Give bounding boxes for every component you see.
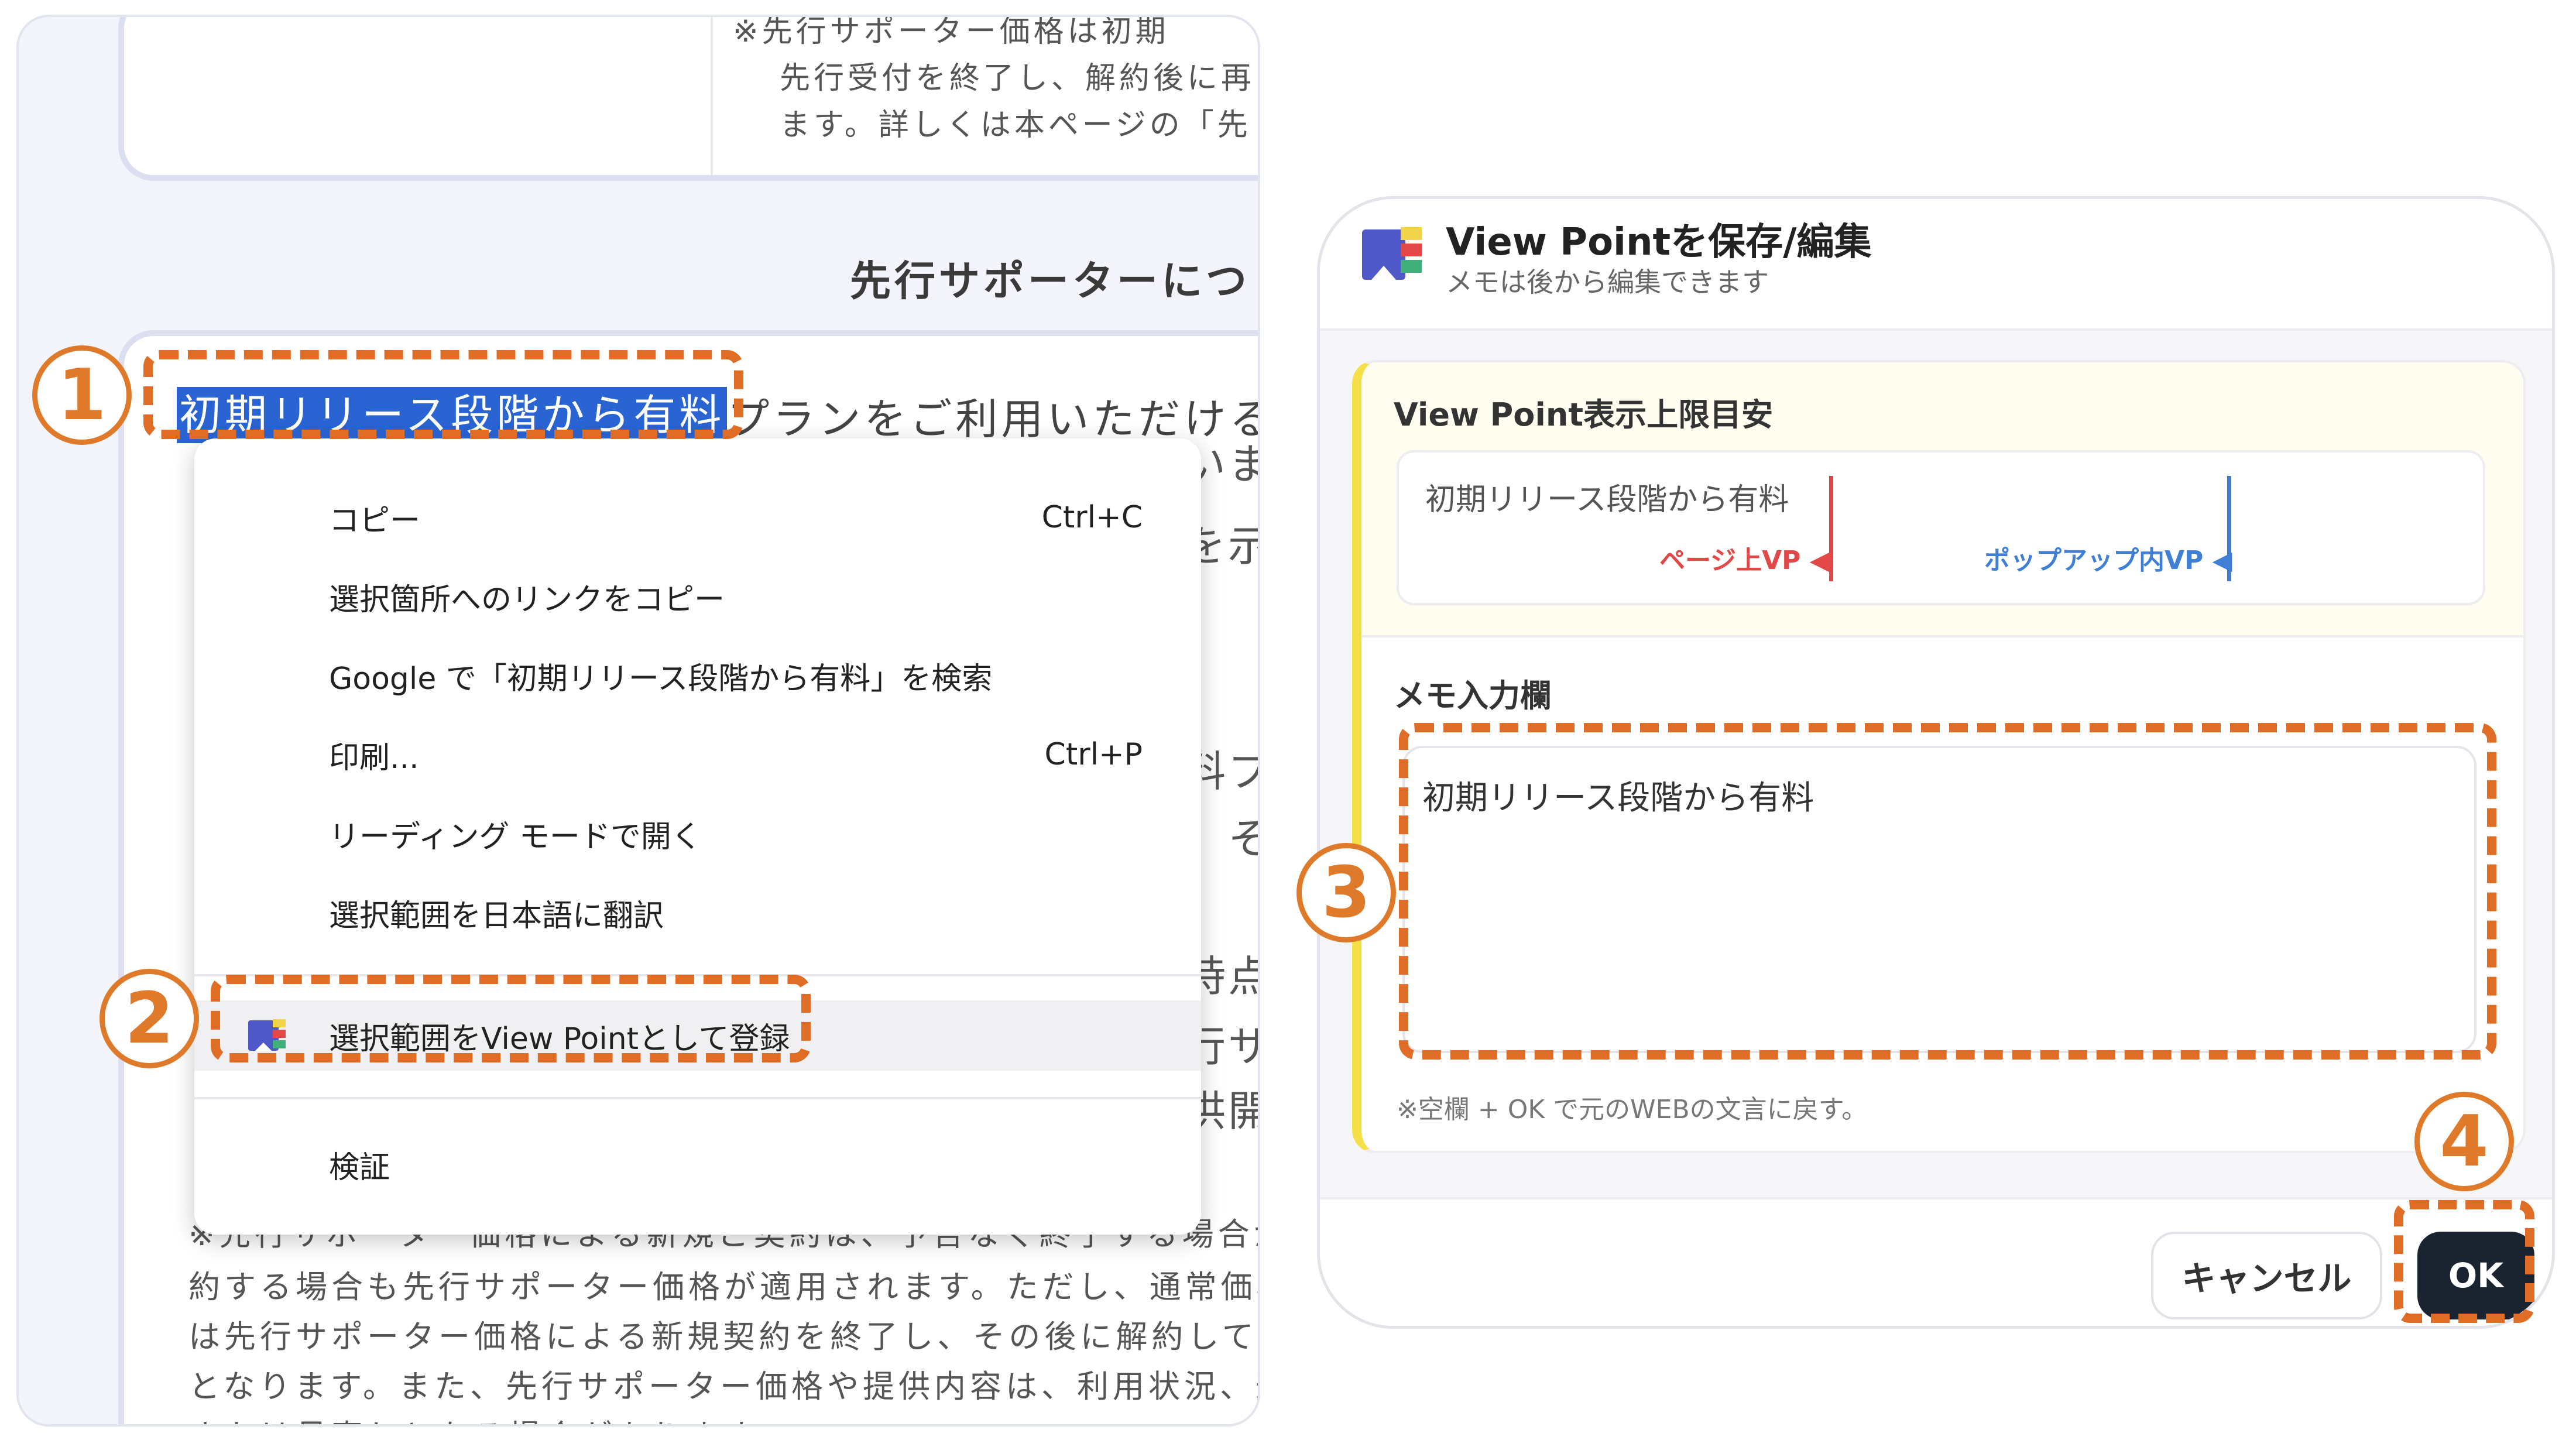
- paragraph-text: プランをご利用いただける: [727, 394, 1260, 444]
- dialog-title: View Pointを保存/編集: [1446, 221, 1872, 264]
- body-text-line: 約する場合も先行サポーター価格が適用されます。ただし、通常価格の販: [188, 1269, 1260, 1305]
- page-vp-marker: [1829, 476, 1833, 581]
- menu-item-copy[interactable]: コピー Ctrl+C: [194, 482, 1201, 553]
- preview-box: 初期リリース段階から有料 ページ上VP ◀ ポップアップ内VP ◀: [1397, 450, 2485, 605]
- step-badge-1: 1: [32, 345, 132, 445]
- menu-item-label: 検証: [329, 1150, 390, 1185]
- webpage-panel: ※先行サポーター価格は初期 先行受付を終了し、解約後に再 ます。詳しくは本ページ…: [16, 15, 1260, 1427]
- menu-item-shortcut: Ctrl+C: [1041, 500, 1143, 535]
- highlight-selected-text: [143, 350, 743, 439]
- highlight-ok-button: [2394, 1200, 2534, 1323]
- step-badge-4: 4: [2414, 1092, 2514, 1191]
- section-heading: 先行サポーターにつ: [850, 257, 1250, 305]
- highlight-menu-item: [211, 975, 811, 1062]
- menu-item-label: 選択箇所へのリンクをコピー: [329, 582, 725, 618]
- memo-hint: ※空欄 + OK で元のWEBの文言に戻す。: [1397, 1095, 1868, 1125]
- top-text-line: 先行受付を終了し、解約後に再: [780, 61, 1256, 96]
- step-badge-2: 2: [100, 969, 199, 1068]
- memo-label: メモ入力欄: [1394, 677, 1552, 714]
- menu-item-copy-link[interactable]: 選択箇所へのリンクをコピー: [194, 561, 1201, 632]
- menu-item-translate[interactable]: 選択範囲を日本語に翻訳: [194, 877, 1201, 948]
- menu-item-label: 選択範囲を日本語に翻訳: [329, 898, 664, 934]
- top-text-line: ます。詳しくは本ページの「先: [780, 108, 1251, 143]
- menu-item-label: Google で「初期リリース段階から有料」を検索: [329, 661, 993, 697]
- step-badge-3: 3: [1296, 843, 1396, 942]
- view-point-logo-icon: [1362, 227, 1422, 280]
- dialog-footer: キャンセル OK: [1320, 1197, 2552, 1326]
- menu-item-label: 印刷...: [329, 740, 419, 776]
- cancel-button[interactable]: キャンセル: [2151, 1232, 2382, 1319]
- menu-item-reading-mode[interactable]: リーディング モードで開く: [194, 798, 1201, 869]
- preview-label: View Point表示上限目安: [1394, 396, 1774, 433]
- menu-item-shortcut: Ctrl+P: [1044, 737, 1143, 772]
- page-vp-label: ページ上VP ◀: [1659, 546, 1830, 575]
- preview-text: 初期リリース段階から有料: [1425, 482, 1789, 517]
- body-text-line: は先行サポーター価格による新規契約を終了し、その後に解約して再度: [188, 1318, 1260, 1355]
- menu-item-label: リーディング モードで開く: [329, 819, 702, 855]
- card-divider: [711, 17, 713, 175]
- popup-vp-label: ポップアップ内VP ◀: [1984, 546, 2232, 575]
- menu-item-google-search[interactable]: Google で「初期リリース段階から有料」を検索: [194, 640, 1201, 711]
- menu-item-print[interactable]: 印刷... Ctrl+P: [194, 719, 1201, 790]
- menu-item-label: コピー: [329, 503, 421, 539]
- preview-section: View Point表示上限目安 初期リリース段階から有料 ページ上VP ◀ ポ…: [1361, 362, 2523, 637]
- dialog-subtitle: メモは後から編集できます: [1446, 266, 1769, 298]
- menu-item-inspect[interactable]: 検証: [194, 1129, 1201, 1199]
- body-text-line: となります。また、先行サポーター価格や提供内容は、利用状況、運営: [188, 1368, 1260, 1405]
- dialog-header: View Pointを保存/編集 メモは後から編集できます: [1320, 199, 2552, 331]
- context-menu: コピー Ctrl+C 選択箇所へのリンクをコピー Google で「初期リリース…: [194, 438, 1201, 1235]
- highlight-memo-textarea: [1399, 723, 2496, 1060]
- menu-separator: [194, 1097, 1201, 1099]
- top-text-line: ※先行サポーター価格は初期: [733, 15, 1169, 49]
- body-text-line: または見直しとなる場合があります。: [188, 1410, 791, 1424]
